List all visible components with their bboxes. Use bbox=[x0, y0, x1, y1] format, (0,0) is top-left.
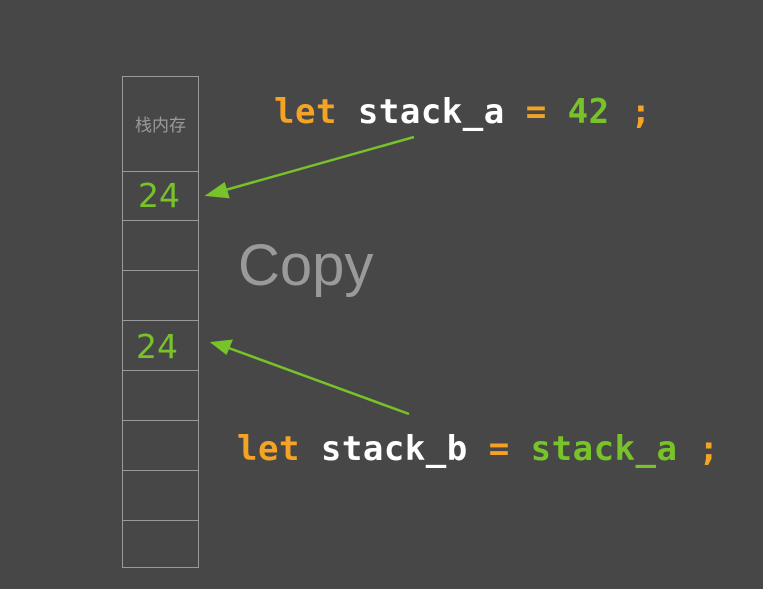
arrowhead-b bbox=[209, 339, 233, 355]
arrows-layer bbox=[204, 135, 415, 416]
arrow-line-a bbox=[221, 135, 415, 193]
arrowhead-a bbox=[204, 182, 230, 199]
arrow-line-b bbox=[225, 345, 410, 416]
